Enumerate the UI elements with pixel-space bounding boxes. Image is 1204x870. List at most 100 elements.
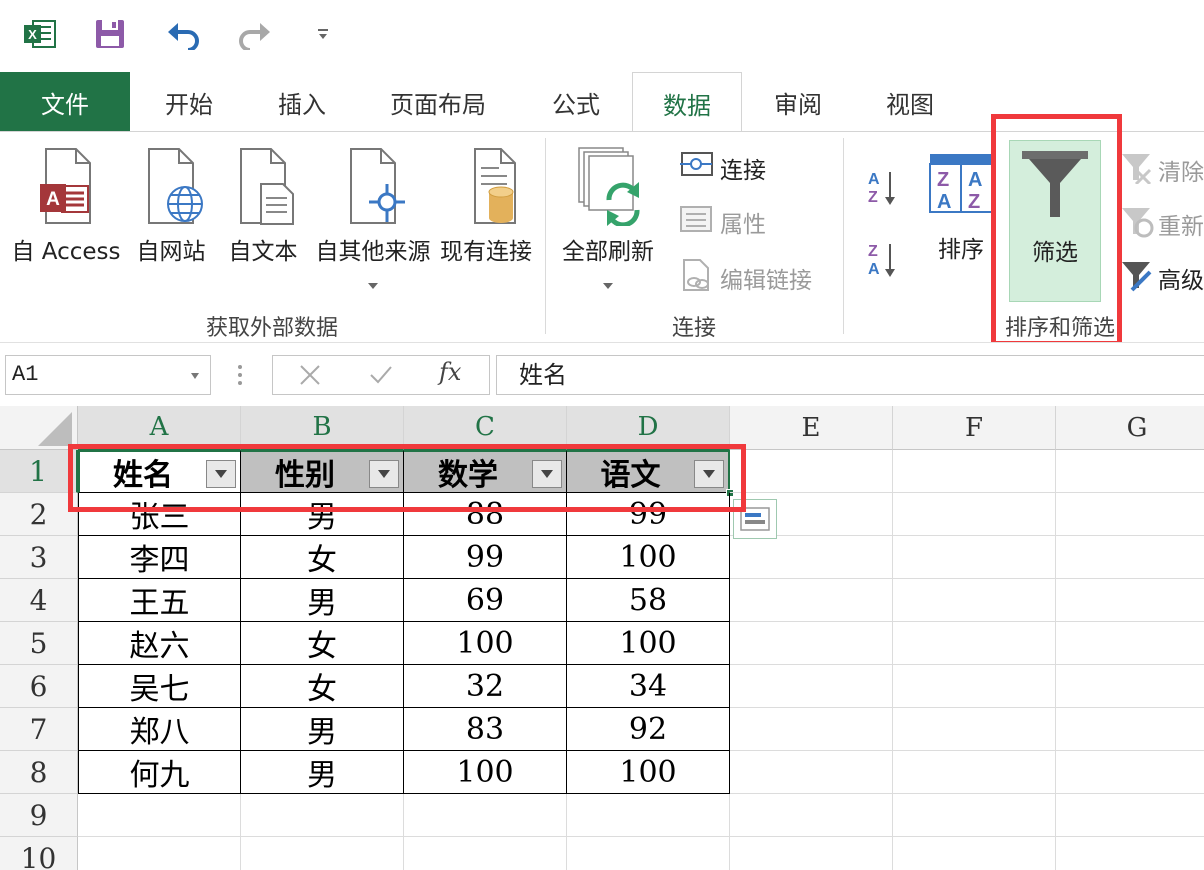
empty-cell[interactable] [893,622,1056,665]
save-icon[interactable] [92,14,128,54]
empty-cell[interactable] [1056,622,1204,665]
table-cell[interactable]: 郑八 [78,708,241,751]
tab-page-layout[interactable]: 页面布局 [356,72,520,132]
undo-icon[interactable] [164,14,204,54]
refresh-all-button[interactable]: 全部刷新 [556,146,660,296]
column-header-b[interactable]: B [241,406,404,450]
row-header-1[interactable]: 1 [0,450,78,493]
empty-cell[interactable] [893,450,1056,493]
existing-connections-button[interactable]: 现有连接 [436,146,536,266]
table-cell[interactable]: 100 [567,622,730,665]
formula-input[interactable]: 姓名 [496,355,1204,395]
table-cell[interactable]: 女 [241,622,404,665]
advanced-filter-button[interactable]: 高级 [1120,258,1204,298]
empty-cell[interactable] [893,665,1056,708]
cancel-icon[interactable] [299,364,321,390]
empty-cell[interactable] [730,708,893,751]
tab-file[interactable]: 文件 [0,72,130,132]
empty-cell[interactable] [1056,794,1204,837]
table-cell[interactable]: 何九 [78,751,241,794]
header-cell[interactable]: 性别 [241,450,404,493]
filter-dropdown-icon[interactable] [532,460,562,488]
empty-cell[interactable] [78,794,241,837]
row-header-8[interactable]: 8 [0,751,78,794]
filter-dropdown-icon[interactable] [369,460,399,488]
empty-cell[interactable] [404,837,567,870]
empty-cell[interactable] [893,708,1056,751]
column-header-d[interactable]: D [567,406,730,450]
table-cell[interactable]: 69 [404,579,567,622]
empty-cell[interactable] [730,751,893,794]
enter-check-icon[interactable] [369,364,393,390]
quick-analysis-icon[interactable] [733,499,777,539]
empty-cell[interactable] [730,579,893,622]
table-cell[interactable]: 100 [567,536,730,579]
row-header-5[interactable]: 5 [0,622,78,665]
row-header-4[interactable]: 4 [0,579,78,622]
insert-function-button[interactable]: fx [439,358,461,386]
table-cell[interactable]: 李四 [78,536,241,579]
name-box[interactable]: A1 [5,355,211,395]
table-cell[interactable]: 99 [404,536,567,579]
empty-cell[interactable] [1056,751,1204,794]
tab-view[interactable]: 视图 [854,72,966,132]
header-cell[interactable]: 数学 [404,450,567,493]
empty-cell[interactable] [730,536,893,579]
table-cell[interactable]: 32 [404,665,567,708]
table-cell[interactable]: 83 [404,708,567,751]
table-cell[interactable]: 男 [241,751,404,794]
empty-cell[interactable] [241,837,404,870]
empty-cell[interactable] [893,493,1056,536]
table-cell[interactable]: 男 [241,493,404,536]
from-web-button[interactable]: 自网站 [128,146,214,266]
clear-filter-button[interactable]: 清除 [1120,150,1204,190]
empty-cell[interactable] [1056,450,1204,493]
name-box-dropdown-icon[interactable] [190,356,200,394]
row-header-9[interactable]: 9 [0,794,78,837]
sort-descending-icon[interactable]: ZA [866,240,900,284]
column-header-g[interactable]: G [1056,406,1204,450]
properties-button[interactable]: 属性 [678,204,766,240]
header-cell[interactable]: 姓名 [78,450,241,493]
row-header-10[interactable]: 10 [0,837,78,870]
row-header-6[interactable]: 6 [0,665,78,708]
table-cell[interactable]: 100 [404,751,567,794]
empty-cell[interactable] [1056,837,1204,870]
select-all-corner[interactable] [0,406,78,450]
connections-button[interactable]: 连接 [678,150,766,186]
empty-cell[interactable] [78,837,241,870]
sort-ascending-icon[interactable]: AZ [866,168,900,212]
table-cell[interactable]: 58 [567,579,730,622]
column-header-e[interactable]: E [730,406,893,450]
empty-cell[interactable] [893,579,1056,622]
table-cell[interactable]: 99 [567,493,730,536]
empty-cell[interactable] [730,665,893,708]
from-access-button[interactable]: A 自 Access [8,146,124,266]
row-header-3[interactable]: 3 [0,536,78,579]
column-header-a[interactable]: A [78,406,241,450]
empty-cell[interactable] [241,794,404,837]
empty-cell[interactable] [730,794,893,837]
table-cell[interactable]: 男 [241,708,404,751]
empty-cell[interactable] [893,794,1056,837]
tab-review[interactable]: 审阅 [742,72,854,132]
empty-cell[interactable] [1056,579,1204,622]
empty-cell[interactable] [567,794,730,837]
customize-dropdown-icon[interactable] [312,14,334,54]
empty-cell[interactable] [404,794,567,837]
empty-cell[interactable] [730,837,893,870]
edit-links-button[interactable]: 编辑链接 [678,258,812,298]
table-cell[interactable]: 赵六 [78,622,241,665]
empty-cell[interactable] [1056,493,1204,536]
column-header-f[interactable]: F [893,406,1056,450]
row-header-2[interactable]: 2 [0,493,78,536]
table-cell[interactable]: 女 [241,536,404,579]
table-cell[interactable]: 100 [404,622,567,665]
column-header-c[interactable]: C [404,406,567,450]
empty-cell[interactable] [893,837,1056,870]
header-cell[interactable]: 语文 [567,450,730,493]
table-cell[interactable]: 92 [567,708,730,751]
table-cell[interactable]: 34 [567,665,730,708]
from-text-button[interactable]: 自文本 [220,146,306,266]
empty-cell[interactable] [567,837,730,870]
